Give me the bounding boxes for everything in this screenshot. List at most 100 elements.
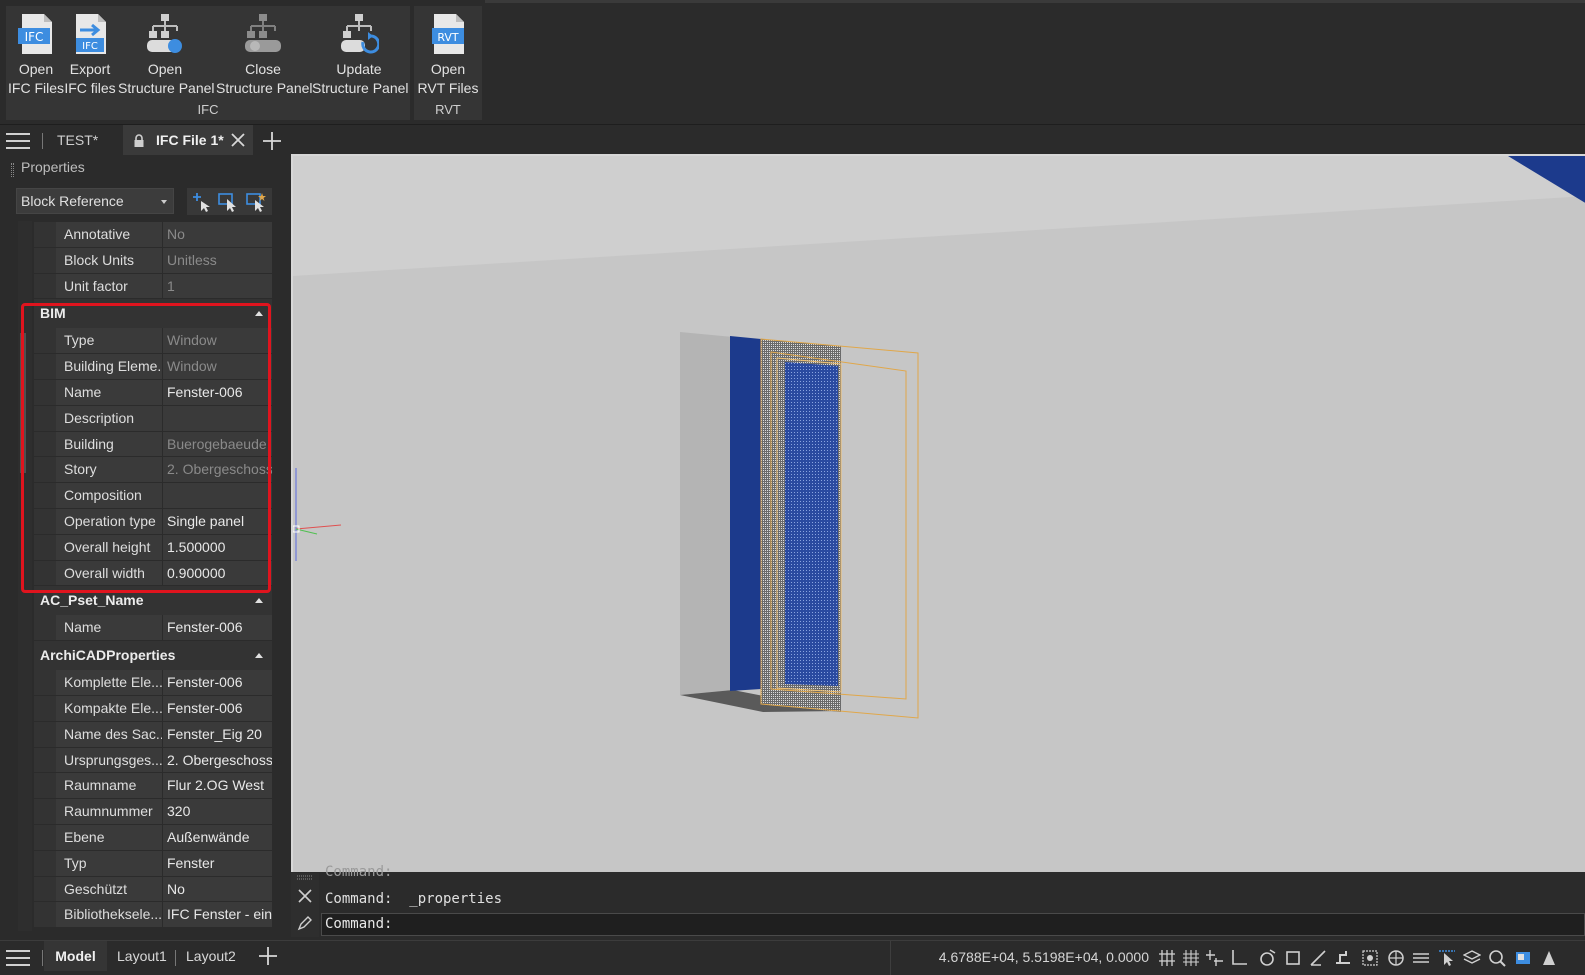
add-layout-icon[interactable]: [258, 946, 278, 966]
tab-model[interactable]: Model: [44, 941, 107, 971]
property-row[interactable]: Ursprungsges... 2. Obergeschoss: [34, 747, 272, 774]
category-header-archicad-properties[interactable]: ArchiCADProperties: [34, 641, 272, 671]
property-key: Name: [34, 379, 162, 405]
category-header-bim[interactable]: BIM: [34, 299, 272, 329]
layers-icon[interactable]: [1463, 949, 1481, 967]
property-value[interactable]: Fenster-006: [163, 695, 272, 721]
grip-icon[interactable]: [297, 875, 313, 881]
open-ifc-files-button[interactable]: IFC Open IFC Files: [8, 10, 64, 98]
tab-separator: [42, 950, 43, 966]
collapse-icon[interactable]: [255, 598, 263, 604]
property-key: Ebene: [34, 824, 162, 850]
tab-layout1[interactable]: Layout1: [117, 941, 167, 971]
property-row[interactable]: Block Units Unitless: [34, 247, 272, 274]
osnap-icon[interactable]: [1258, 949, 1276, 967]
property-value[interactable]: Fenster-006: [163, 379, 272, 405]
collapse-icon[interactable]: [255, 311, 263, 317]
pickadd-icon[interactable]: [191, 192, 211, 212]
property-row[interactable]: Operation type Single panel: [34, 508, 272, 535]
property-row[interactable]: Name des Sac... Fenster_Eig 20: [34, 721, 272, 748]
tab-test[interactable]: TEST*: [44, 125, 122, 156]
transparency-icon[interactable]: [1387, 949, 1405, 967]
command-input[interactable]: Command:: [321, 913, 1585, 936]
add-tab-icon[interactable]: [262, 131, 282, 151]
zoom-icon[interactable]: [1488, 949, 1506, 967]
scrollbar-thumb[interactable]: [20, 333, 26, 473]
property-row[interactable]: Type Window: [34, 328, 272, 355]
property-row[interactable]: Typ Fenster: [34, 850, 272, 877]
drawing-viewport[interactable]: [291, 154, 1585, 872]
property-value[interactable]: Fenster: [163, 850, 272, 876]
layout-menu-icon[interactable]: [6, 950, 30, 966]
ducs-icon[interactable]: [1309, 949, 1327, 967]
property-row[interactable]: Unit factor 1: [34, 273, 272, 300]
svg-text:IFC: IFC: [82, 41, 98, 52]
property-row[interactable]: Building Eleme... Window: [34, 354, 272, 380]
otrack-icon[interactable]: [1284, 949, 1302, 967]
update-structure-panel-button[interactable]: Update Structure Panel: [312, 10, 409, 98]
property-value[interactable]: 320: [163, 799, 272, 824]
property-row[interactable]: Building Buerogebaeude: [34, 431, 272, 458]
property-value[interactable]: Fenster_Eig 20: [163, 721, 272, 747]
close-icon[interactable]: [230, 132, 246, 148]
property-value[interactable]: No: [163, 876, 272, 902]
property-row[interactable]: Description: [34, 405, 272, 432]
lineweight-icon[interactable]: [1361, 949, 1379, 967]
select-objects-icon[interactable]: [218, 192, 238, 212]
annotation-icon[interactable]: [1540, 949, 1558, 967]
customize-pencil-icon[interactable]: [297, 915, 313, 931]
property-row[interactable]: Composition: [34, 483, 272, 509]
property-row[interactable]: Overall height 1.500000: [34, 534, 272, 561]
property-row[interactable]: Ebene Außenwände: [34, 824, 272, 851]
tab-ifc-file-1[interactable]: IFC File 1*: [123, 125, 253, 156]
property-row[interactable]: Overall width 0.900000: [34, 560, 272, 587]
property-row[interactable]: Raumnummer 320: [34, 799, 272, 825]
property-value[interactable]: 0.900000: [163, 560, 272, 586]
property-value[interactable]: 2. Obergeschoss: [163, 747, 272, 773]
property-row[interactable]: Annotative No: [34, 222, 272, 248]
quick-props-icon[interactable]: [1412, 949, 1430, 967]
property-value[interactable]: Flur 2.OG West: [163, 773, 272, 799]
export-ifc-files-button[interactable]: IFC Export IFC files: [64, 10, 116, 98]
quick-select-icon[interactable]: [246, 192, 266, 212]
property-row[interactable]: Name Fenster-006: [34, 615, 272, 642]
dyn-icon[interactable]: [1334, 949, 1352, 967]
close-structure-panel-button[interactable]: Close Structure Panel: [216, 10, 313, 98]
property-row[interactable]: Geschützt No: [34, 876, 272, 903]
open-rvt-files-button[interactable]: RVT Open RVT Files: [416, 10, 480, 98]
property-value[interactable]: [163, 405, 272, 431]
property-row[interactable]: Komplette Ele... Fenster-006: [34, 670, 272, 696]
command-line-gutter: [291, 873, 319, 937]
close-command-line-icon[interactable]: [298, 889, 312, 903]
grid-snap-icon[interactable]: [1158, 949, 1176, 967]
category-title: BIM: [40, 305, 66, 322]
polar-icon[interactable]: [1230, 949, 1248, 967]
property-value[interactable]: [163, 483, 272, 508]
property-row[interactable]: Bibliotheksele...IFC Fenster - ein...: [34, 902, 272, 929]
open-structure-panel-button[interactable]: Open Structure Panel: [118, 10, 215, 98]
command-history-line: Command:: [325, 864, 393, 880]
window-glass: [785, 362, 838, 686]
property-value[interactable]: Fenster-006: [163, 670, 272, 695]
properties-scrollbar[interactable]: [18, 221, 32, 931]
property-value[interactable]: 1.500000: [163, 534, 272, 560]
property-row[interactable]: Name Fenster-006: [34, 379, 272, 406]
tab-layout2[interactable]: Layout2: [186, 941, 236, 971]
viewport-icon[interactable]: [1514, 949, 1532, 967]
property-value[interactable]: Außenwände: [163, 824, 272, 850]
panel-grip-handle[interactable]: [11, 163, 14, 177]
property-row[interactable]: Kompakte Ele... Fenster-006: [34, 695, 272, 722]
selection-cycling-icon[interactable]: [1438, 949, 1456, 967]
category-header-ac-pset-name[interactable]: AC_Pset_Name: [34, 586, 272, 616]
entity-type-select[interactable]: Block Reference: [16, 188, 174, 214]
collapse-icon[interactable]: [255, 653, 263, 659]
property-row[interactable]: Raumname Flur 2.OG West: [34, 773, 272, 800]
property-row[interactable]: Story 2. Obergeschoss: [34, 457, 272, 484]
grid-icon[interactable]: [1182, 949, 1200, 967]
export-ifc-files-label-1: Export: [69, 61, 111, 77]
property-value[interactable]: Single panel: [163, 508, 272, 534]
ortho-icon[interactable]: [1206, 949, 1224, 967]
property-value[interactable]: IFC Fenster - ein...: [163, 902, 272, 928]
document-menu-icon[interactable]: [6, 133, 30, 149]
property-value[interactable]: Fenster-006: [163, 615, 272, 641]
